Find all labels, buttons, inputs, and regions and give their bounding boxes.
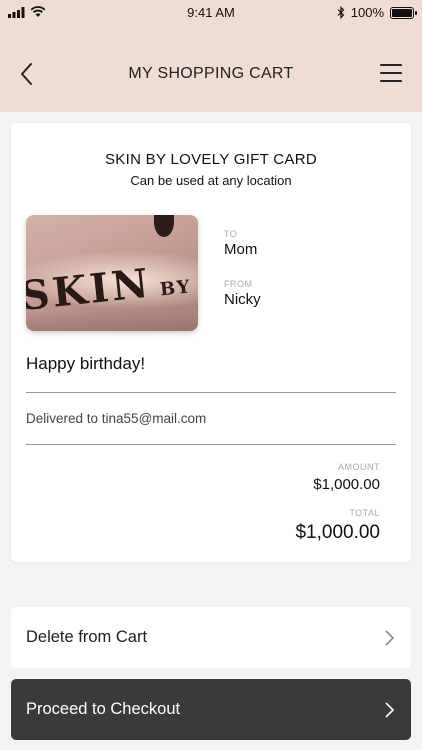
delete-from-cart-button[interactable]: Delete from Cart [11,607,411,668]
from-label: FROM [224,279,253,289]
hamburger-menu-icon[interactable] [380,64,402,82]
page-title: MY SHOPPING CART [128,65,294,82]
delivery-info: Delivered to tina55@mail.com [26,411,207,426]
chevron-right-icon [385,702,395,718]
amount-value: $1,000.00 [313,476,380,493]
status-bar: 9:41 AM 100% [0,0,422,26]
gift-card-summary: SKIN BY LOVELY GIFT CARD Can be used at … [11,123,411,562]
delete-from-cart-label: Delete from Cart [26,628,148,646]
gift-card-subtitle: Can be used at any location [130,173,292,188]
divider [26,392,396,393]
chevron-right-icon [385,630,394,646]
to-label: TO [224,229,238,239]
from-value: Nicky [224,291,261,308]
header-bar: 9:41 AM 100% MY SHOPPING CART [0,0,422,112]
divider [26,444,396,445]
total-label: TOTAL [349,508,380,518]
proceed-to-checkout-button[interactable]: Proceed to Checkout [11,679,411,740]
total-value: $1,000.00 [295,522,380,543]
gift-message: Happy birthday! [26,354,146,373]
status-right: 100% [337,5,417,20]
battery-icon [390,6,417,19]
gift-card-image: SKIN BY LOVELY [26,215,198,331]
battery-percent: 100% [350,5,384,20]
bluetooth-icon [337,6,345,19]
gift-card-title: SKIN BY LOVELY GIFT CARD [105,151,317,168]
to-value: Mom [224,241,258,258]
amount-label: AMOUNT [338,462,380,472]
proceed-to-checkout-label: Proceed to Checkout [26,700,181,718]
